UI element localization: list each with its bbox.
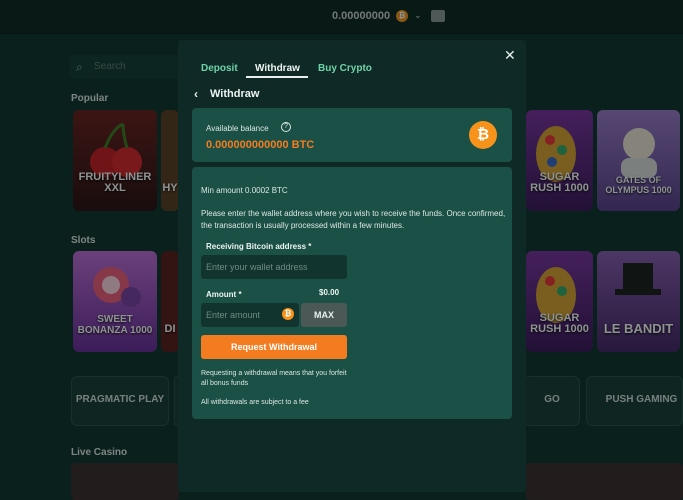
address-label: Receiving Bitcoin address * <box>206 242 312 251</box>
max-button[interactable]: MAX <box>301 303 347 327</box>
page-title: Withdraw <box>210 88 260 100</box>
bitcoin-icon: ₿ <box>469 121 497 149</box>
withdraw-form: Min amount 0.0002 BTC Please enter the w… <box>192 167 512 419</box>
withdraw-modal: Deposit Withdraw Buy Crypto ✕ ‹ Withdraw… <box>178 40 526 492</box>
min-amount-text: Min amount 0.0002 BTC <box>201 186 288 195</box>
instructions-text: Please enter the wallet address where yo… <box>201 209 506 230</box>
balance-card: Available balance ? 0.000000000000 BTC ₿ <box>192 108 512 162</box>
tab-withdraw[interactable]: Withdraw <box>255 63 300 74</box>
help-icon[interactable]: ? <box>281 122 291 132</box>
bitcoin-icon: ₿ <box>282 308 294 320</box>
tab-deposit[interactable]: Deposit <box>201 63 238 74</box>
available-balance-value: 0.000000000000 BTC <box>206 139 315 151</box>
request-withdrawal-button[interactable]: Request Withdrawal <box>201 335 347 359</box>
active-tab-indicator <box>246 76 308 78</box>
chevron-left-icon[interactable]: ‹ <box>194 87 198 101</box>
bonus-forfeit-note: Requesting a withdrawal means that you f… <box>201 370 347 387</box>
amount-usd-value: $0.00 <box>319 288 340 297</box>
available-balance-label: Available balance <box>206 124 269 133</box>
fee-note: All withdrawals are subject to a fee <box>201 399 309 406</box>
close-icon[interactable]: ✕ <box>504 47 516 64</box>
tab-buy-crypto[interactable]: Buy Crypto <box>318 63 372 74</box>
wallet-address-input[interactable] <box>201 255 347 279</box>
amount-label: Amount * <box>206 290 242 299</box>
